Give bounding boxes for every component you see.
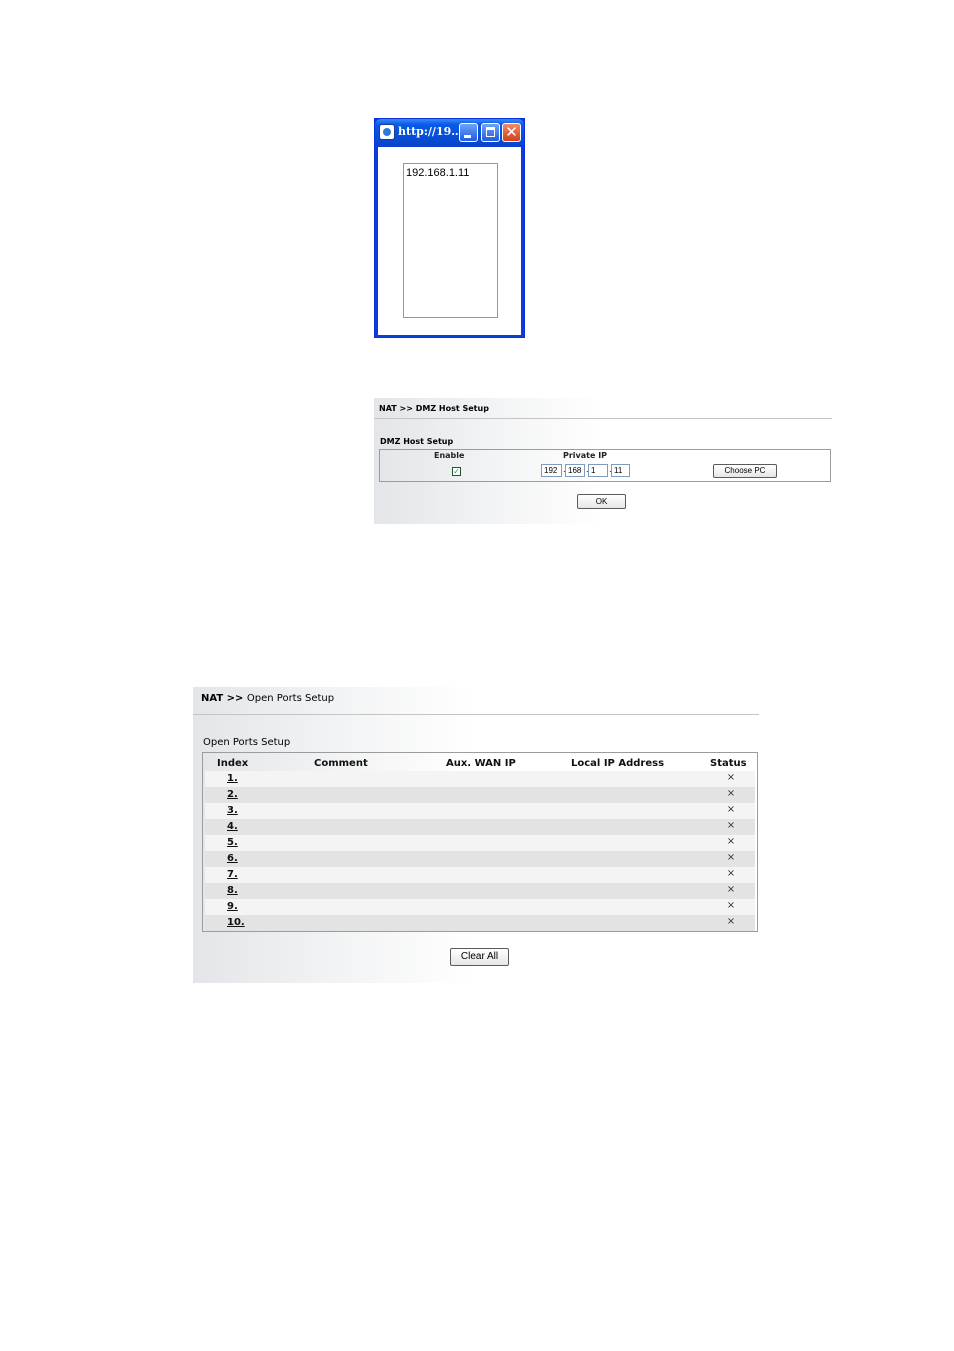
section-title: DMZ Host Setup xyxy=(380,437,454,446)
index-link[interactable]: 3. xyxy=(227,805,239,816)
choose-pc-button[interactable]: Choose PC xyxy=(713,464,777,478)
table-header-row: Index Comment Aux. WAN IP Local IP Addre… xyxy=(205,755,755,771)
index-link[interactable]: 9. xyxy=(227,901,239,912)
table-row: 8. × xyxy=(205,883,755,899)
breadcrumb-separator: >> xyxy=(399,404,413,413)
table-row: 10. × xyxy=(205,915,755,931)
table-row: 7. × xyxy=(205,867,755,883)
index-link[interactable]: 1. xyxy=(227,773,239,784)
open-ports-setup-panel: NAT >> Open Ports Setup Open Ports Setup… xyxy=(193,687,759,983)
ip-octet-4-input[interactable]: 11 xyxy=(611,464,630,477)
status-indicator: × xyxy=(726,852,736,863)
column-header-private-ip: Private IP xyxy=(563,451,608,460)
table-row: 4. × xyxy=(205,819,755,835)
popup-titlebar[interactable]: http://19… ✕ xyxy=(375,119,524,146)
ok-button[interactable]: OK xyxy=(577,494,626,509)
breadcrumb-separator: >> xyxy=(226,693,244,704)
status-indicator: × xyxy=(726,804,736,815)
divider xyxy=(374,418,832,419)
breadcrumb-current: Open Ports Setup xyxy=(246,693,335,704)
index-link[interactable]: 10. xyxy=(227,917,245,928)
index-link[interactable]: 4. xyxy=(227,821,239,832)
clear-all-button[interactable]: Clear All xyxy=(450,948,509,966)
minimize-icon xyxy=(464,135,471,138)
ip-octet-2-input[interactable]: 168 xyxy=(565,464,585,477)
breadcrumb-root: NAT xyxy=(201,693,224,704)
popup-title: http://19… xyxy=(398,125,463,138)
pc-ip-listbox[interactable]: 192.168.1.11 xyxy=(403,163,498,318)
column-header-status: Status xyxy=(710,758,747,769)
ip-octet-3-input[interactable]: 1 xyxy=(588,464,608,477)
breadcrumb-root: NAT xyxy=(379,404,397,413)
close-icon: ✕ xyxy=(505,123,518,141)
divider xyxy=(193,714,759,715)
status-indicator: × xyxy=(726,884,736,895)
choose-pc-popup-window: http://19… ✕ 192.168.1.11 xyxy=(374,118,525,338)
column-header-enable: Enable xyxy=(434,451,465,460)
page-title: NAT >> Open Ports Setup xyxy=(201,693,334,704)
status-indicator: × xyxy=(726,836,736,847)
table-row: 5. × xyxy=(205,835,755,851)
table: Index Comment Aux. WAN IP Local IP Addre… xyxy=(205,755,755,931)
index-link[interactable]: 5. xyxy=(227,837,239,848)
maximize-button[interactable] xyxy=(481,123,500,142)
column-header-local-ip: Local IP Address xyxy=(571,758,665,769)
section-title: Open Ports Setup xyxy=(203,737,291,748)
index-link[interactable]: 8. xyxy=(227,885,239,896)
enable-checkbox[interactable]: ✓ xyxy=(452,467,461,476)
breadcrumb-current: DMZ Host Setup xyxy=(415,404,489,413)
close-button[interactable]: ✕ xyxy=(502,123,521,142)
minimize-button[interactable] xyxy=(459,123,478,142)
dmz-settings-table: Enable Private IP ✓ 192 . 168 . 1 . 11 C… xyxy=(379,449,831,482)
popup-body: 192.168.1.11 xyxy=(378,147,521,335)
open-ports-table: Index Comment Aux. WAN IP Local IP Addre… xyxy=(202,752,758,932)
ip-octet-1-input[interactable]: 192 xyxy=(541,464,562,477)
dmz-host-setup-panel: NAT >> DMZ Host Setup DMZ Host Setup Ena… xyxy=(374,398,832,524)
index-link[interactable]: 6. xyxy=(227,853,239,864)
status-indicator: × xyxy=(726,820,736,831)
index-link[interactable]: 7. xyxy=(227,869,239,880)
table-row: 9. × xyxy=(205,899,755,915)
status-indicator: × xyxy=(726,900,736,911)
status-indicator: × xyxy=(726,772,736,783)
status-indicator: × xyxy=(726,868,736,879)
status-indicator: × xyxy=(726,788,736,799)
column-header-index: Index xyxy=(217,758,249,769)
ie-page-icon xyxy=(379,124,395,140)
column-header-aux-wan-ip: Aux. WAN IP xyxy=(446,758,516,769)
table-row: 6. × xyxy=(205,851,755,867)
index-link[interactable]: 2. xyxy=(227,789,239,800)
column-header-comment: Comment xyxy=(314,758,368,769)
page-title: NAT >> DMZ Host Setup xyxy=(379,404,489,413)
status-indicator: × xyxy=(726,916,736,927)
maximize-icon xyxy=(486,127,495,137)
table-row: 2. × xyxy=(205,787,755,803)
table-row: 1. × xyxy=(205,771,755,787)
table-row: 3. × xyxy=(205,803,755,819)
list-item[interactable]: 192.168.1.11 xyxy=(406,167,469,179)
